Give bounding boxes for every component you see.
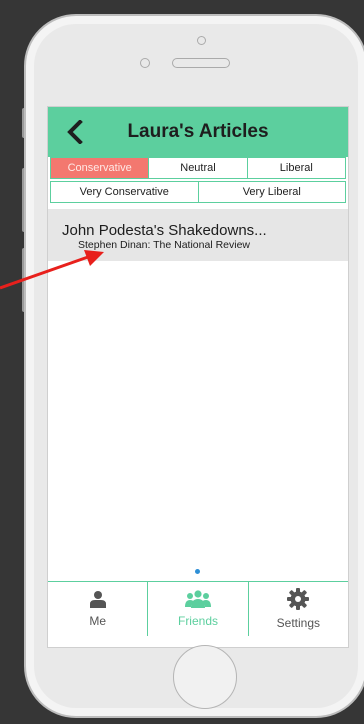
tab-bar: Me Friends Settings	[48, 581, 348, 636]
filter-neutral[interactable]: Neutral	[149, 158, 248, 178]
home-button[interactable]	[173, 645, 237, 709]
filter-very-liberal[interactable]: Very Liberal	[199, 182, 346, 202]
group-icon	[184, 590, 211, 608]
filter-very-conservative[interactable]: Very Conservative	[51, 182, 199, 202]
tab-friends[interactable]: Friends	[148, 582, 249, 636]
sensor-icon	[140, 58, 150, 68]
chevron-left-icon	[67, 120, 83, 144]
filter-row-1: Conservative Neutral Liberal	[50, 157, 346, 179]
camera-icon	[197, 36, 206, 45]
page-indicator	[195, 569, 200, 574]
gear-icon	[287, 588, 310, 610]
header-bar: Laura's Articles	[48, 107, 348, 157]
person-icon	[89, 591, 106, 608]
tab-me-label: Me	[89, 614, 106, 628]
article-title: John Podesta's Shakedowns...	[62, 222, 267, 239]
page-title: Laura's Articles	[127, 121, 269, 142]
tab-settings-label: Settings	[276, 616, 320, 630]
article-source: Stephen Dinan: The National Review	[78, 239, 250, 251]
app-screen: Laura's Articles Conservative Neutral Li…	[47, 106, 349, 648]
annotation-arrow	[0, 250, 104, 290]
filter-conservative[interactable]: Conservative	[51, 158, 150, 178]
speaker-grille	[172, 58, 230, 68]
back-button[interactable]	[60, 117, 90, 147]
filter-row-2: Very Conservative Very Liberal	[50, 181, 346, 203]
tab-me[interactable]: Me	[48, 582, 149, 636]
filter-liberal[interactable]: Liberal	[248, 158, 345, 178]
tab-settings[interactable]: Settings	[249, 582, 348, 636]
tab-friends-label: Friends	[177, 614, 218, 628]
